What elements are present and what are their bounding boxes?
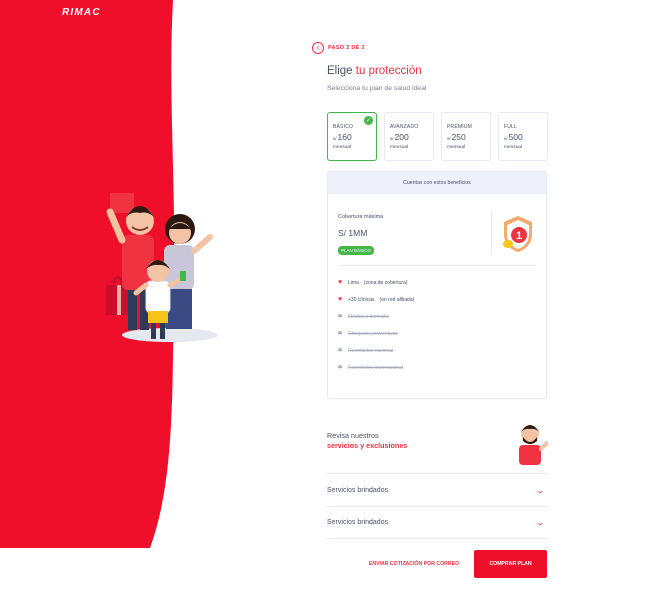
benefits-list: ♥ Lima (zona de cobertura) ♥ +30 clínica…: [338, 274, 414, 376]
accordion-label: Servicios brindados: [327, 486, 389, 494]
plan-currency: s/: [447, 136, 451, 141]
plan-price: s/ 500: [504, 132, 547, 142]
benefit-text: Chequeos preventivos: [348, 330, 398, 337]
plan-price: s/ 160: [333, 132, 376, 142]
page-title: Elige tu protección: [327, 65, 422, 77]
page-subtitle: Selecciona tu plan de salud ideal: [327, 85, 427, 92]
benefit-item: ♥ +30 clínicas (en red afiliada): [338, 291, 414, 308]
title-prefix: Elige: [327, 65, 353, 77]
title-accent: tu protección: [355, 65, 422, 77]
services-accordion-2[interactable]: Servicios brindados ⌄: [327, 506, 547, 539]
benefits-card: Cuentas con estos beneficios Cobertura m…: [327, 171, 547, 399]
plan-price: s/ 250: [447, 132, 490, 142]
plan-name: AVANZADO: [390, 124, 419, 130]
heart-icon: ♥: [338, 279, 343, 286]
plan-price: s/ 200: [390, 132, 433, 142]
heart-icon: ♥: [338, 347, 343, 354]
back-button[interactable]: ‹: [312, 42, 324, 54]
divider: [491, 212, 492, 254]
benefit-item: ♥ Médico a domicilio: [338, 308, 414, 325]
benefits-header: Cuentas con estos beneficios: [328, 172, 546, 194]
benefit-text: Médico a domicilio: [348, 313, 390, 320]
plan-period: mensual: [447, 145, 466, 150]
plan-card-basico[interactable]: ✓ BÁSICO s/ 160 mensual: [327, 112, 377, 161]
plan-card-avanzado[interactable]: AVANZADO s/ 200 mensual: [384, 112, 434, 161]
chevron-down-icon: ⌄: [536, 518, 546, 527]
benefit-text: Lima: [348, 279, 359, 286]
plan-card-full[interactable]: FULL s/ 500 mensual: [498, 112, 548, 161]
plan-currency: s/: [504, 136, 508, 141]
heart-icon: ♥: [338, 313, 343, 320]
shield-number: 1: [516, 230, 522, 242]
check-icon: ✓: [364, 116, 373, 125]
heart-icon: ♥: [338, 330, 343, 337]
benefit-item: ♥ Reembolso nacional: [338, 342, 414, 359]
plan-name: FULL: [504, 124, 518, 130]
plan-price-value: 160: [337, 132, 352, 142]
review-line2: servicios y exclusiones: [327, 441, 408, 450]
plan-name: PREMIUM: [447, 124, 473, 130]
benefit-item: ♥ Chequeos preventivos: [338, 325, 414, 342]
benefit-item: ♥ Lima (zona de cobertura): [338, 274, 414, 291]
shield-icon: 1: [503, 216, 532, 252]
plan-currency: s/: [333, 136, 337, 141]
benefit-item: ♥ Reembolso internacional: [338, 359, 414, 376]
plan-price-value: 250: [451, 132, 466, 142]
benefit-note: (en red afiliada): [379, 296, 415, 303]
coverage-value: S/ 1MM: [338, 228, 368, 238]
plan-period: mensual: [390, 145, 409, 150]
heart-icon: ♥: [338, 364, 343, 371]
services-accordion-1[interactable]: Servicios brindados ⌄: [327, 473, 547, 506]
benefit-text: Reembolso internacional: [348, 364, 404, 371]
plan-price-value: 200: [394, 132, 409, 142]
plan-period: mensual: [504, 145, 523, 150]
step-label: PASO 2 DE 2: [328, 45, 365, 51]
step-indicator: ‹ PASO 2 DE 2: [312, 42, 365, 54]
accordion-label: Servicios brindados: [327, 519, 389, 526]
benefit-text: +30 clínicas: [348, 296, 375, 303]
review-section: Revisa nuestros servicios y exclusiones: [327, 431, 407, 450]
plan-name: BÁSICO: [333, 124, 354, 130]
plan-period: mensual: [333, 145, 352, 150]
chevron-left-icon: ‹: [316, 43, 320, 52]
buy-plan-button[interactable]: COMPRAR PLAN: [474, 550, 547, 578]
doctor-illustration: [519, 425, 548, 465]
plan-price-value: 500: [508, 132, 523, 142]
send-quote-email-button[interactable]: ENVIAR COTIZACIÓN POR CORREO: [362, 553, 466, 574]
rimac-logo: RIMAC: [62, 7, 101, 18]
benefit-note: (zona de cobertura): [363, 279, 408, 286]
plan-card-premium[interactable]: PREMIUM s/ 250 mensual: [441, 112, 491, 161]
chevron-down-icon: ⌄: [536, 485, 546, 495]
benefit-text: Reembolso nacional: [348, 347, 394, 354]
heart-icon: ♥: [338, 296, 343, 303]
plan-selector: ✓ BÁSICO s/ 160 mensual AVANZADO s/ 200 …: [327, 112, 548, 161]
plan-badge: PLAN BÁSICO: [338, 246, 375, 255]
plan-currency: s/: [390, 136, 394, 141]
divider: [338, 265, 536, 266]
family-illustration: [106, 193, 218, 342]
coverage-label: Cobertura máxima: [338, 214, 384, 220]
review-line1: Revisa nuestros: [327, 431, 379, 440]
